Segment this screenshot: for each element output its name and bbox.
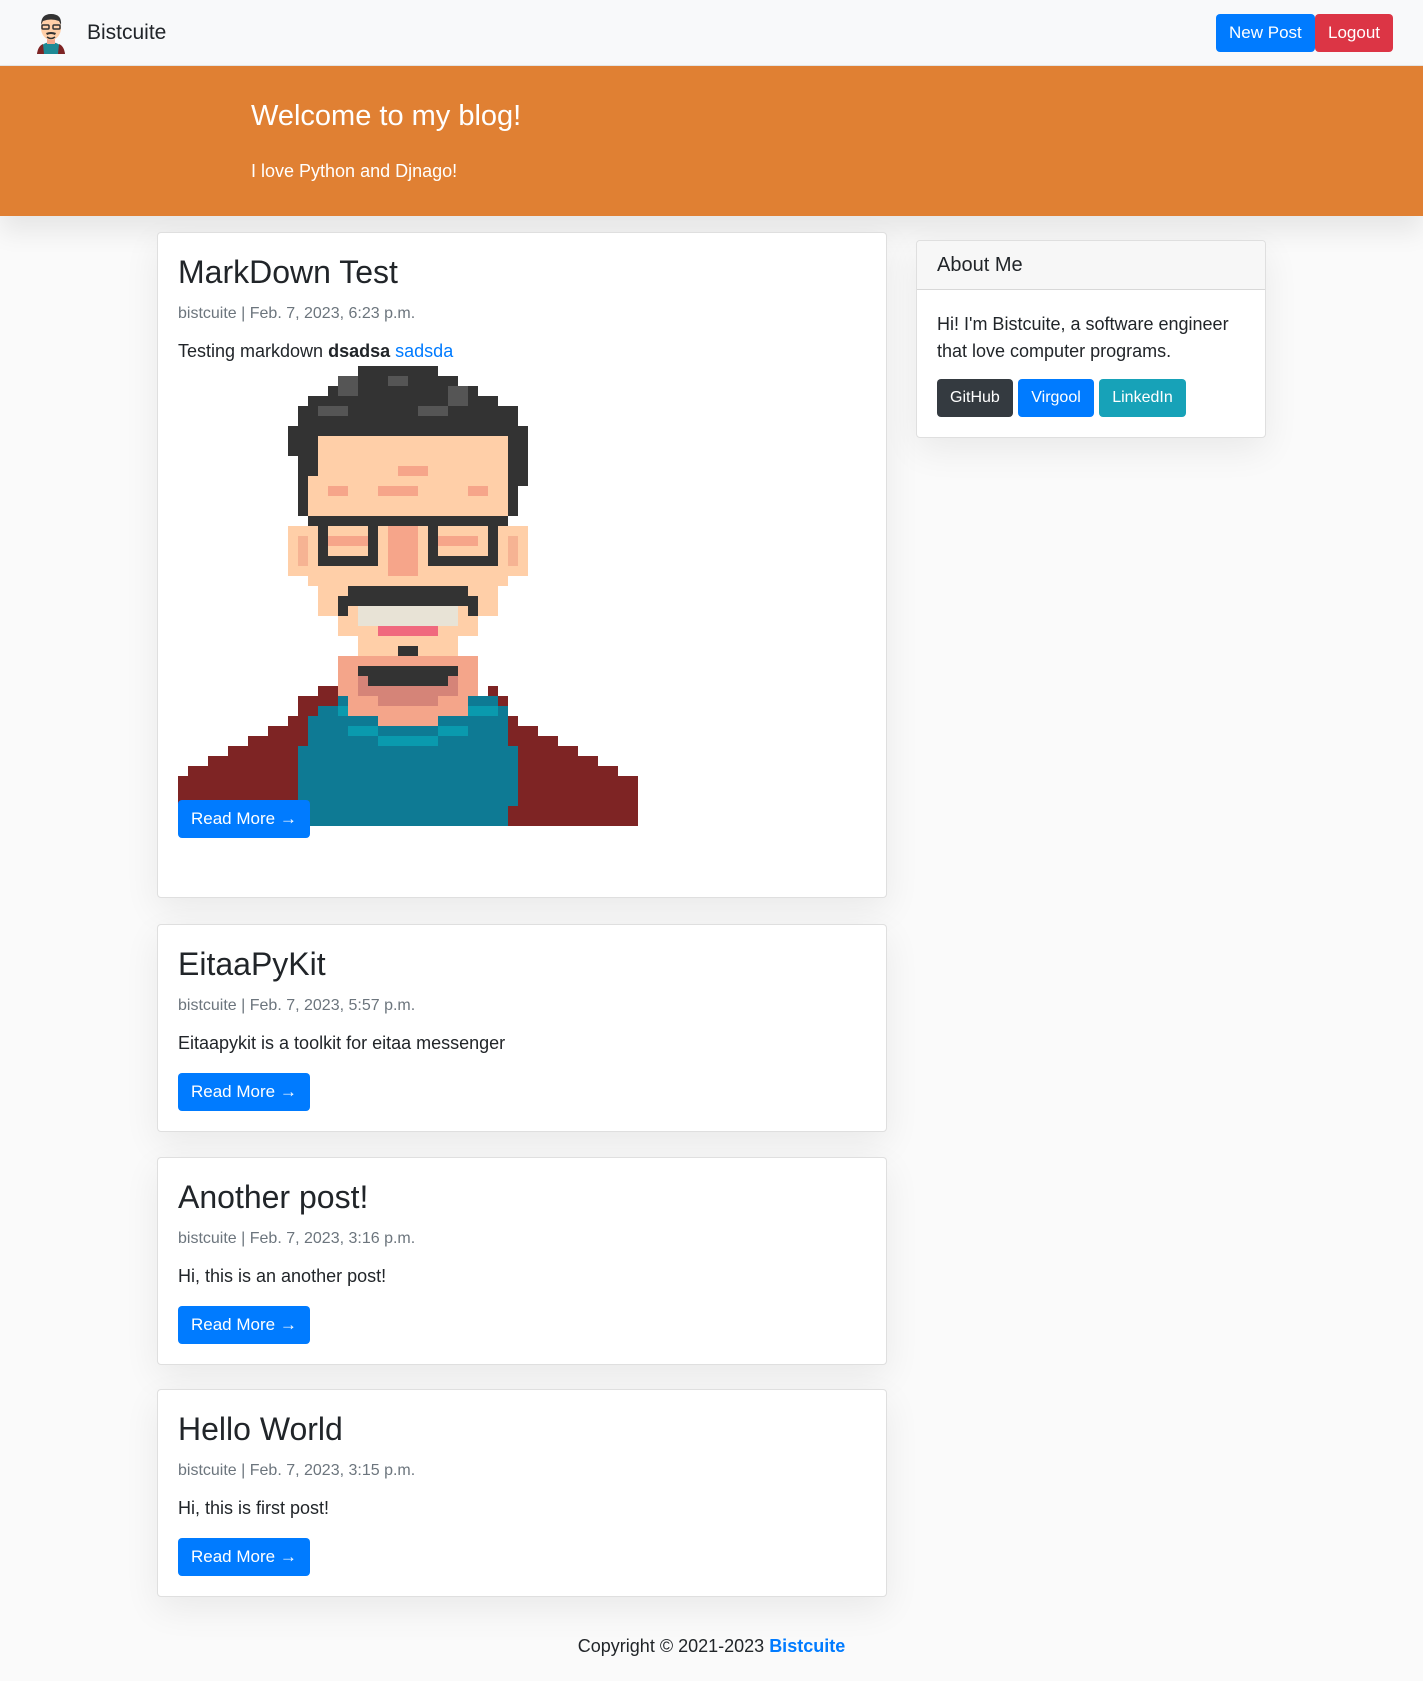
post-title[interactable]: EitaaPyKit — [178, 946, 326, 983]
post-card: MarkDown Test bistcuite | Feb. 7, 2023, … — [157, 232, 887, 898]
post-title[interactable]: Another post! — [178, 1179, 368, 1216]
post-meta: bistcuite | Feb. 7, 2023, 3:16 p.m. — [178, 1230, 416, 1247]
post-bold-text: dsadsa — [328, 341, 391, 361]
blog-header: Welcome to my blog! I love Python and Dj… — [0, 66, 1423, 216]
copyright-text: Copyright © 2021-2023 — [577, 1636, 765, 1656]
post-card: Hello World bistcuite | Feb. 7, 2023, 3:… — [157, 1389, 887, 1597]
about-me-card: About Me Hi! I'm Bistcuite, a software e… — [916, 240, 1266, 438]
read-more-button[interactable]: Read More → — [178, 1306, 310, 1344]
post-title[interactable]: Hello World — [178, 1411, 343, 1448]
about-me-title: About Me — [937, 254, 1023, 276]
read-more-button[interactable]: Read More → — [178, 1538, 310, 1576]
read-more-button[interactable]: Read More → — [178, 800, 310, 838]
pixel-avatar-image — [178, 366, 638, 826]
logout-button[interactable]: Logout — [1315, 14, 1393, 52]
new-post-button[interactable]: New Post — [1216, 14, 1315, 52]
social-links: GitHub Virgool LinkedIn — [937, 379, 1187, 417]
post-meta: bistcuite | Feb. 7, 2023, 3:15 p.m. — [178, 1462, 416, 1479]
post-excerpt: Hi, this is first post! — [178, 1498, 330, 1518]
header-title: Welcome to my blog! — [251, 100, 522, 132]
post-excerpt: Testing markdown dsadsa sadsda — [178, 341, 453, 362]
post-card: EitaaPyKit bistcuite | Feb. 7, 2023, 5:5… — [157, 924, 887, 1132]
header-subtitle: I love Python and Djnago! — [251, 161, 458, 181]
brand-link[interactable]: Bistcuite — [87, 21, 166, 45]
top-navbar: Bistcuite New Post Logout — [0, 0, 1423, 66]
github-button[interactable]: GitHub — [937, 379, 1013, 417]
read-more-button[interactable]: Read More → — [178, 1073, 310, 1111]
post-text: Testing markdown — [178, 341, 324, 361]
post-inline-link[interactable]: sadsda — [395, 341, 453, 361]
post-meta: bistcuite | Feb. 7, 2023, 5:57 p.m. — [178, 997, 416, 1014]
post-card: Another post! bistcuite | Feb. 7, 2023, … — [157, 1157, 887, 1365]
virgool-button[interactable]: Virgool — [1018, 379, 1094, 417]
avatar-logo-icon[interactable] — [34, 12, 68, 54]
footer: Copyright © 2021-2023 Bistcuite — [0, 1636, 1423, 1657]
post-meta: bistcuite | Feb. 7, 2023, 6:23 p.m. — [178, 305, 416, 322]
post-excerpt: Eitaapykit is a toolkit for eitaa messen… — [178, 1033, 506, 1053]
post-title[interactable]: MarkDown Test — [178, 254, 398, 291]
footer-brand-link[interactable]: Bistcuite — [769, 1636, 845, 1656]
linkedin-button[interactable]: LinkedIn — [1099, 379, 1186, 417]
post-excerpt: Hi, this is an another post! — [178, 1266, 387, 1286]
about-me-text: Hi! I'm Bistcuite, a software engineer t… — [937, 314, 1229, 361]
about-me-header: About Me — [917, 241, 1265, 290]
